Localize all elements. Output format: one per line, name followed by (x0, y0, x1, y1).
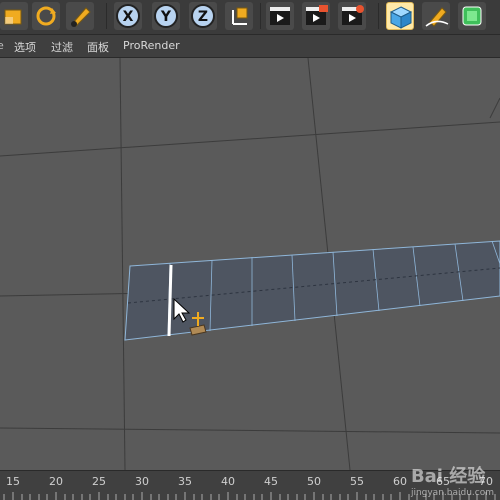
watermark-url: jingyan.baidu.com (410, 488, 494, 498)
svg-text:X: X (123, 9, 134, 25)
live-selection-button[interactable] (66, 2, 94, 30)
render-settings-button[interactable] (338, 2, 366, 30)
toolbar-separator (378, 3, 379, 29)
3d-viewport[interactable] (0, 58, 500, 470)
timeline-tick-label: 15 (6, 475, 20, 488)
viewport-canvas (0, 58, 500, 470)
rotate-tool-button[interactable] (32, 2, 60, 30)
scale-icon (4, 9, 22, 25)
pen-spline-button[interactable] (422, 2, 450, 30)
svg-text:Y: Y (160, 9, 172, 25)
render-to-picture-viewer-button[interactable] (302, 2, 330, 30)
timeline-tick-label: 25 (92, 475, 106, 488)
subdivision-surface-button[interactable] (458, 2, 486, 30)
selected-edge-loop[interactable] (167, 264, 173, 337)
timeline-tick-label: 50 (307, 475, 321, 488)
render-view-button[interactable] (266, 2, 294, 30)
y-axis-lock-icon: Y (154, 4, 178, 28)
timeline-tick-label: 30 (135, 475, 149, 488)
z-axis-lock-button[interactable]: Z (189, 2, 217, 30)
plane-face[interactable] (124, 240, 500, 341)
cube-icon (389, 6, 413, 29)
render-view-icon (270, 7, 290, 25)
baidu-jingyan-watermark: Bai 经验 jingyan.baidu.com (411, 462, 494, 498)
coordinate-system-icon (232, 7, 248, 25)
menu-edge-fragment: e (0, 39, 4, 52)
timeline-tick-label: 45 (264, 475, 278, 488)
cinema4d-window: X Y Z e 选项 过滤 面板 ProRender 15 20 25 30 3… (0, 0, 500, 500)
cube-object-button[interactable] (386, 2, 414, 30)
timeline-tick-label: 35 (178, 475, 192, 488)
scale-tool-button[interactable] (0, 2, 28, 30)
subdivided-plane[interactable] (124, 240, 500, 341)
render-settings-icon (342, 5, 364, 25)
z-axis-lock-icon: Z (191, 4, 215, 28)
timeline-tick-label: 55 (350, 475, 364, 488)
main-toolbar: X Y Z (0, 0, 500, 35)
y-axis-lock-button[interactable]: Y (152, 2, 180, 30)
x-axis-lock-button[interactable]: X (114, 2, 142, 30)
menu-panel[interactable]: 面板 (87, 39, 109, 55)
timeline-tick-label: 60 (393, 475, 407, 488)
subdivision-surface-icon (462, 6, 482, 26)
menu-options[interactable]: 选项 (14, 39, 36, 55)
timeline-tick-label: 20 (49, 475, 63, 488)
menu-prorender[interactable]: ProRender (123, 39, 180, 52)
coordinate-system-button[interactable] (225, 2, 253, 30)
rotate-icon (36, 6, 56, 26)
pen-spline-icon (425, 7, 449, 27)
render-to-picture-viewer-icon (306, 5, 328, 25)
toolbar-separator (106, 3, 107, 29)
live-selection-icon (71, 7, 91, 27)
svg-text:Z: Z (198, 9, 208, 25)
x-axis-lock-icon: X (116, 4, 140, 28)
watermark-brand: Bai 经验 (410, 466, 486, 487)
toolbar-separator (260, 3, 261, 29)
timeline-tick-label: 40 (221, 475, 235, 488)
menu-filter[interactable]: 过滤 (51, 39, 73, 55)
viewport-menu-bar: e 选项 过滤 面板 ProRender (0, 35, 500, 58)
